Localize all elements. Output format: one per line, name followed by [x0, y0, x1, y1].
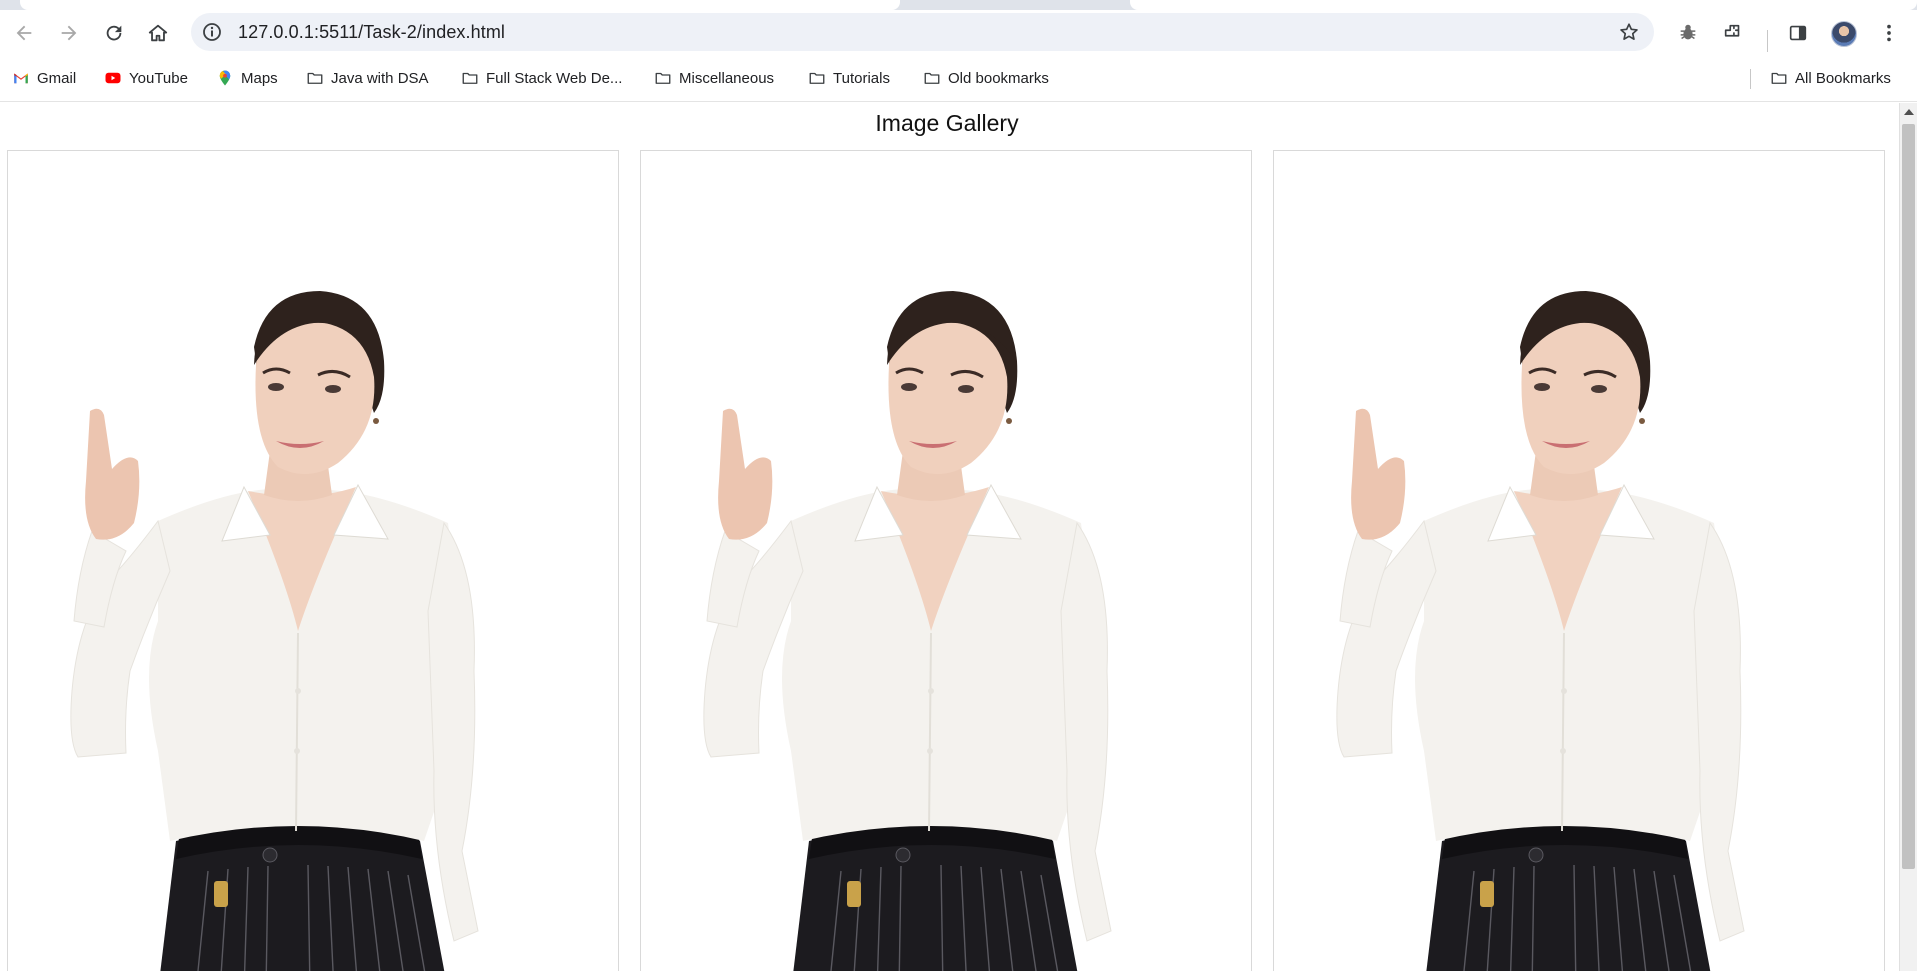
back-button[interactable] — [9, 18, 39, 48]
all-bookmarks-label: All Bookmarks — [1795, 69, 1891, 87]
home-icon — [148, 24, 168, 42]
bookmark-label: Tutorials — [833, 69, 890, 87]
bookmarks-divider — [1750, 69, 1751, 89]
folder-icon — [462, 72, 478, 84]
bookmark-gmail[interactable]: Gmail — [12, 67, 76, 89]
puzzle-icon — [1724, 24, 1740, 37]
gallery-card — [7, 150, 619, 971]
gallery-card — [640, 150, 1252, 971]
page-scrollbar[interactable] — [1899, 103, 1917, 971]
site-info-icon[interactable] — [202, 22, 222, 42]
reload-button[interactable] — [99, 18, 129, 48]
bookmark-folder-java-with-dsa[interactable]: Java with DSA — [306, 67, 429, 89]
browser-toolbar: 127.0.0.1:5511/Task-2/index.html — [0, 10, 1917, 54]
profile-avatar[interactable] — [1831, 21, 1857, 47]
bug-icon — [1680, 24, 1696, 40]
bookmark-label: Full Stack Web De... — [486, 69, 623, 87]
gmail-icon — [14, 73, 28, 84]
forward-button[interactable] — [54, 18, 84, 48]
gallery-image — [8, 151, 619, 971]
bookmark-star-icon[interactable] — [1618, 21, 1640, 43]
extensions-button[interactable] — [1718, 18, 1748, 48]
bookmark-label: Maps — [241, 69, 278, 87]
bookmark-folder-full-stack[interactable]: Full Stack Web De... — [461, 67, 622, 89]
folder-icon — [809, 72, 825, 84]
bookmark-label: Miscellaneous — [679, 69, 775, 87]
folder-icon — [655, 72, 671, 84]
inactive-tab-edge[interactable] — [1130, 0, 1917, 10]
tab-strip — [0, 0, 1917, 10]
active-tab-edge[interactable] — [20, 0, 900, 10]
folder-icon — [1771, 72, 1787, 84]
kebab-menu-icon — [1887, 24, 1891, 42]
bookmark-maps[interactable]: Maps — [216, 67, 278, 89]
bookmark-youtube[interactable]: YouTube — [104, 67, 188, 89]
all-bookmarks-button[interactable]: All Bookmarks — [1770, 67, 1891, 89]
arrow-left-icon — [16, 25, 32, 41]
side-panel-button[interactable] — [1783, 18, 1813, 48]
url-text[interactable]: 127.0.0.1:5511/Task-2/index.html — [238, 22, 505, 43]
maps-icon — [219, 70, 231, 86]
bookmark-label: YouTube — [129, 69, 188, 87]
folder-icon — [924, 72, 940, 84]
home-button[interactable] — [143, 18, 173, 48]
gallery-image — [641, 151, 1252, 971]
browser-menu-button[interactable] — [1874, 18, 1904, 48]
extension-bug-button[interactable] — [1673, 18, 1703, 48]
arrow-right-icon — [61, 25, 77, 41]
bookmark-label: Java with DSA — [331, 69, 429, 87]
address-bar[interactable]: 127.0.0.1:5511/Task-2/index.html — [191, 13, 1654, 51]
folder-icon — [307, 72, 323, 84]
bookmarks-bar: Gmail YouTube Maps Java with DSA Full St… — [0, 54, 1917, 102]
youtube-icon — [105, 72, 121, 84]
scroll-up-arrow-icon[interactable] — [1903, 107, 1915, 117]
page-viewport: Image Gallery — [0, 103, 1899, 971]
scroll-thumb[interactable] — [1902, 124, 1915, 869]
bookmark-label: Old bookmarks — [948, 69, 1049, 87]
bookmark-label: Gmail — [37, 69, 77, 87]
bookmark-folder-miscellaneous[interactable]: Miscellaneous — [654, 67, 774, 89]
side-panel-icon — [1789, 25, 1807, 41]
gallery-card — [1273, 150, 1885, 971]
toolbar-divider — [1767, 30, 1768, 52]
gallery-image — [1274, 151, 1885, 971]
bookmark-folder-old-bookmarks[interactable]: Old bookmarks — [923, 67, 1049, 89]
reload-icon — [106, 25, 122, 41]
bookmark-folder-tutorials[interactable]: Tutorials — [808, 67, 890, 89]
page-title: Image Gallery — [875, 110, 1019, 136]
